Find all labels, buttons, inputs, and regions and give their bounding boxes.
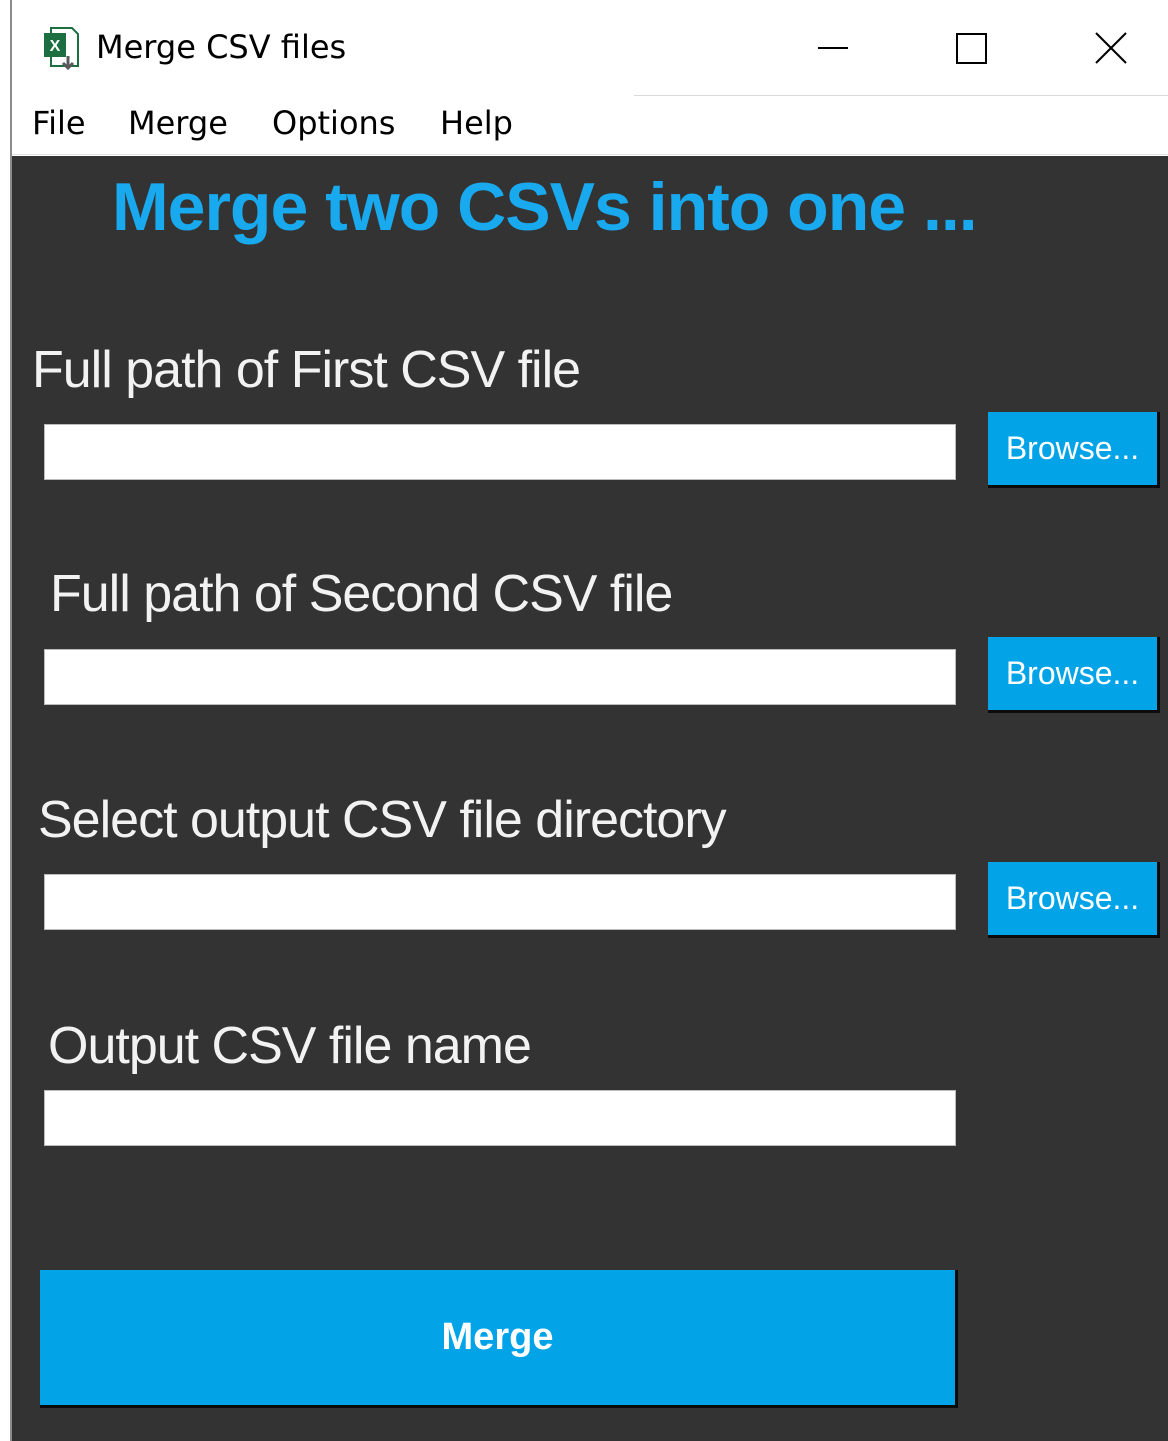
output-directory-label: Select output CSV file directory <box>38 791 727 849</box>
output-directory-input[interactable] <box>44 874 956 930</box>
minimize-button[interactable] <box>798 18 868 78</box>
menu-help[interactable]: Help <box>440 104 513 142</box>
page-title: Merge two CSVs into one ... <box>112 169 978 245</box>
maximize-icon <box>956 33 987 64</box>
menu-file[interactable]: File <box>32 104 86 142</box>
first-csv-path-input[interactable] <box>44 424 956 480</box>
second-csv-path-input[interactable] <box>44 649 956 705</box>
second-csv-label: Full path of Second CSV file <box>50 565 673 623</box>
merge-button[interactable]: Merge <box>40 1270 958 1408</box>
first-csv-label: Full path of First CSV file <box>32 341 581 399</box>
main-panel: Merge two CSVs into one ... Full path of… <box>12 156 1168 1441</box>
second-csv-browse-button[interactable]: Browse... <box>988 637 1160 713</box>
output-filename-input[interactable] <box>44 1090 956 1146</box>
title-bar[interactable]: X Merge CSV files <box>12 0 1168 96</box>
app-window: X Merge CSV files File Merge Options Hel… <box>10 0 1168 1441</box>
svg-text:X: X <box>50 38 61 55</box>
menu-options[interactable]: Options <box>272 104 395 142</box>
close-button[interactable] <box>1076 18 1146 78</box>
first-csv-browse-button[interactable]: Browse... <box>988 412 1160 488</box>
close-icon <box>1095 32 1127 64</box>
excel-file-icon: X <box>44 27 79 70</box>
minimize-icon <box>818 47 848 49</box>
output-directory-browse-button[interactable]: Browse... <box>988 862 1160 938</box>
window-title: Merge CSV files <box>96 28 347 66</box>
menu-bar: File Merge Options Help <box>12 96 1168 155</box>
output-filename-label: Output CSV file name <box>48 1017 532 1075</box>
maximize-button[interactable] <box>937 18 1007 78</box>
menu-merge[interactable]: Merge <box>128 104 228 142</box>
